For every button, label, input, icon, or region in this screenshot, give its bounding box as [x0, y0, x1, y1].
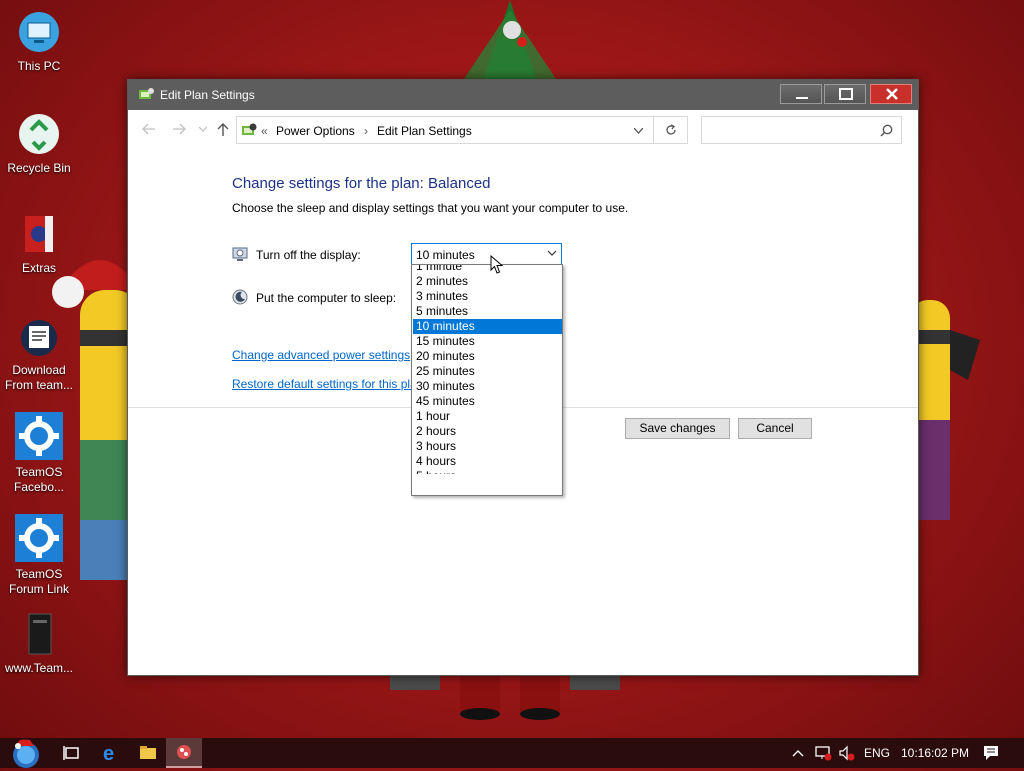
christmas-tree-decoration — [460, 0, 560, 90]
sleep-label: Put the computer to sleep: — [256, 291, 397, 305]
address-box[interactable]: « Power Options › Edit Plan Settings — [236, 116, 654, 144]
dropdown-option[interactable]: 3 hours — [413, 439, 562, 454]
svg-text:e: e — [103, 743, 114, 765]
dropdown-option[interactable]: 4 hours — [413, 454, 562, 469]
change-advanced-settings-link[interactable]: Change advanced power settings — [232, 348, 410, 362]
dropdown-option[interactable]: 5 hours — [413, 469, 562, 474]
search-input[interactable] — [701, 116, 902, 144]
breadcrumb-separator: « — [261, 124, 268, 138]
display-icon — [232, 247, 248, 261]
dropdown-options: 1 minute 2 minutes 3 minutes 5 minutes 10 mi… — [413, 265, 562, 474]
dropdown-option[interactable]: 1 minute — [413, 265, 562, 274]
close-icon — [886, 88, 898, 100]
gear-icon — [15, 412, 63, 460]
download-icon — [21, 320, 57, 356]
desktop-icon-www-team[interactable]: www.Team... — [0, 606, 78, 676]
up-arrow-icon[interactable] — [217, 122, 229, 136]
forward-arrow-icon[interactable] — [172, 123, 186, 135]
system-clock[interactable]: 10:16:02 PM — [901, 746, 969, 760]
folder-icon — [140, 746, 156, 759]
task-view-button[interactable] — [54, 738, 90, 768]
breadcrumb-power-options[interactable]: Power Options — [276, 124, 355, 138]
recycle-bin-icon — [19, 114, 59, 154]
desktop-icon-extras[interactable]: Extras — [0, 206, 78, 276]
desktop-icon-teamos-forum[interactable]: TeamOS Forum Link — [0, 508, 78, 597]
display-timeout-select[interactable]: 10 minutes — [411, 243, 562, 265]
dropdown-option[interactable]: 15 minutes — [413, 334, 562, 349]
power-options-icon — [139, 88, 154, 99]
minion-feet-decoration — [390, 672, 620, 720]
this-pc-icon — [19, 12, 59, 52]
desktop-icon-recycle-bin[interactable]: Recycle Bin — [0, 106, 78, 176]
taskbar-file-explorer-button[interactable] — [130, 738, 166, 768]
display-label: Turn off the display: — [256, 248, 361, 262]
show-hidden-icons-chevron-icon[interactable] — [792, 749, 804, 757]
refresh-icon — [666, 124, 676, 135]
mouse-cursor-icon — [490, 255, 504, 274]
minimize-icon — [796, 97, 808, 99]
control-panel-icon — [242, 123, 257, 135]
desktop-icon-label: TeamOS Forum Link — [8, 567, 70, 596]
taskbar-edge-button[interactable]: e — [92, 738, 128, 768]
network-icon[interactable] — [814, 745, 832, 761]
task-view-icon — [63, 746, 79, 760]
sleep-icon — [232, 289, 248, 305]
minimize-button[interactable] — [780, 84, 822, 104]
search-icon — [880, 124, 893, 137]
page-heading: Change settings for the plan: Balanced — [232, 175, 491, 192]
extras-icon — [25, 216, 53, 252]
close-button[interactable] — [870, 84, 912, 104]
maximize-icon — [839, 88, 853, 100]
window-title: Edit Plan Settings — [160, 88, 255, 102]
start-button[interactable] — [4, 738, 46, 768]
refresh-button[interactable] — [654, 116, 688, 144]
chevron-down-icon — [547, 250, 557, 256]
volume-muted-icon[interactable] — [838, 745, 856, 761]
power-options-taskbar-icon — [177, 745, 191, 759]
address-bar-row: « Power Options › Edit Plan Settings — [128, 115, 918, 147]
desktop-icon-label: Recycle Bin — [7, 161, 71, 175]
taskbar-control-panel-button[interactable] — [166, 738, 202, 768]
dropdown-option[interactable]: 20 minutes — [413, 349, 562, 364]
page-subtext: Choose the sleep and display settings th… — [232, 201, 629, 215]
action-center-icon[interactable] — [983, 745, 999, 761]
dropdown-option[interactable]: 3 minutes — [413, 289, 562, 304]
taskbar: e ENG 10:16:02 PM — [0, 738, 1024, 768]
dropdown-option[interactable]: 45 minutes — [413, 394, 562, 409]
title-bar[interactable]: Edit Plan Settings — [128, 80, 918, 110]
display-timeout-dropdown-list: 1 minute 2 minutes 3 minutes 5 minutes 10 mi… — [411, 264, 563, 496]
file-icon — [28, 613, 52, 655]
input-language[interactable]: ENG — [864, 746, 890, 760]
dropdown-option[interactable]: 2 hours — [413, 424, 562, 439]
desktop-icon-label: Download From team... — [4, 363, 73, 392]
save-changes-button[interactable]: Save changes — [625, 418, 730, 439]
desktop-icon-this-pc[interactable]: This PC — [0, 4, 78, 74]
desktop-icon-label: TeamOS Facebo... — [13, 465, 65, 494]
back-arrow-icon[interactable] — [142, 123, 156, 135]
desktop-icon-label: This PC — [17, 59, 61, 73]
dropdown-option[interactable]: 1 hour — [413, 409, 562, 424]
breadcrumb-edit-plan-settings[interactable]: Edit Plan Settings — [377, 124, 472, 138]
dropdown-option[interactable]: 25 minutes — [413, 364, 562, 379]
maximize-button[interactable] — [824, 84, 866, 104]
minion-decoration-right — [910, 300, 980, 520]
dropdown-option[interactable]: 10 minutes — [413, 319, 562, 334]
desktop-icon-label: Extras — [21, 261, 56, 275]
start-orb-icon — [13, 739, 39, 768]
cancel-button[interactable]: Cancel — [738, 418, 812, 439]
desktop-icon-label: www.Team... — [4, 661, 73, 675]
dropdown-option[interactable]: 2 minutes — [413, 274, 562, 289]
dropdown-option[interactable]: 5 minutes — [413, 304, 562, 319]
gear-icon — [15, 514, 63, 562]
dropdown-option[interactable]: 30 minutes — [413, 379, 562, 394]
edge-icon: e — [103, 743, 114, 765]
restore-defaults-link[interactable]: Restore default settings for this pla — [232, 377, 417, 391]
desktop-icon-teamos-facebook[interactable]: TeamOS Facebo... — [0, 406, 78, 495]
recent-locations-chevron-icon[interactable] — [199, 127, 207, 132]
address-dropdown-chevron-icon[interactable] — [634, 128, 643, 134]
display-timeout-value: 10 minutes — [416, 248, 475, 262]
breadcrumb-arrow: › — [364, 124, 368, 138]
desktop-icon-download[interactable]: Download From team... — [0, 308, 78, 393]
